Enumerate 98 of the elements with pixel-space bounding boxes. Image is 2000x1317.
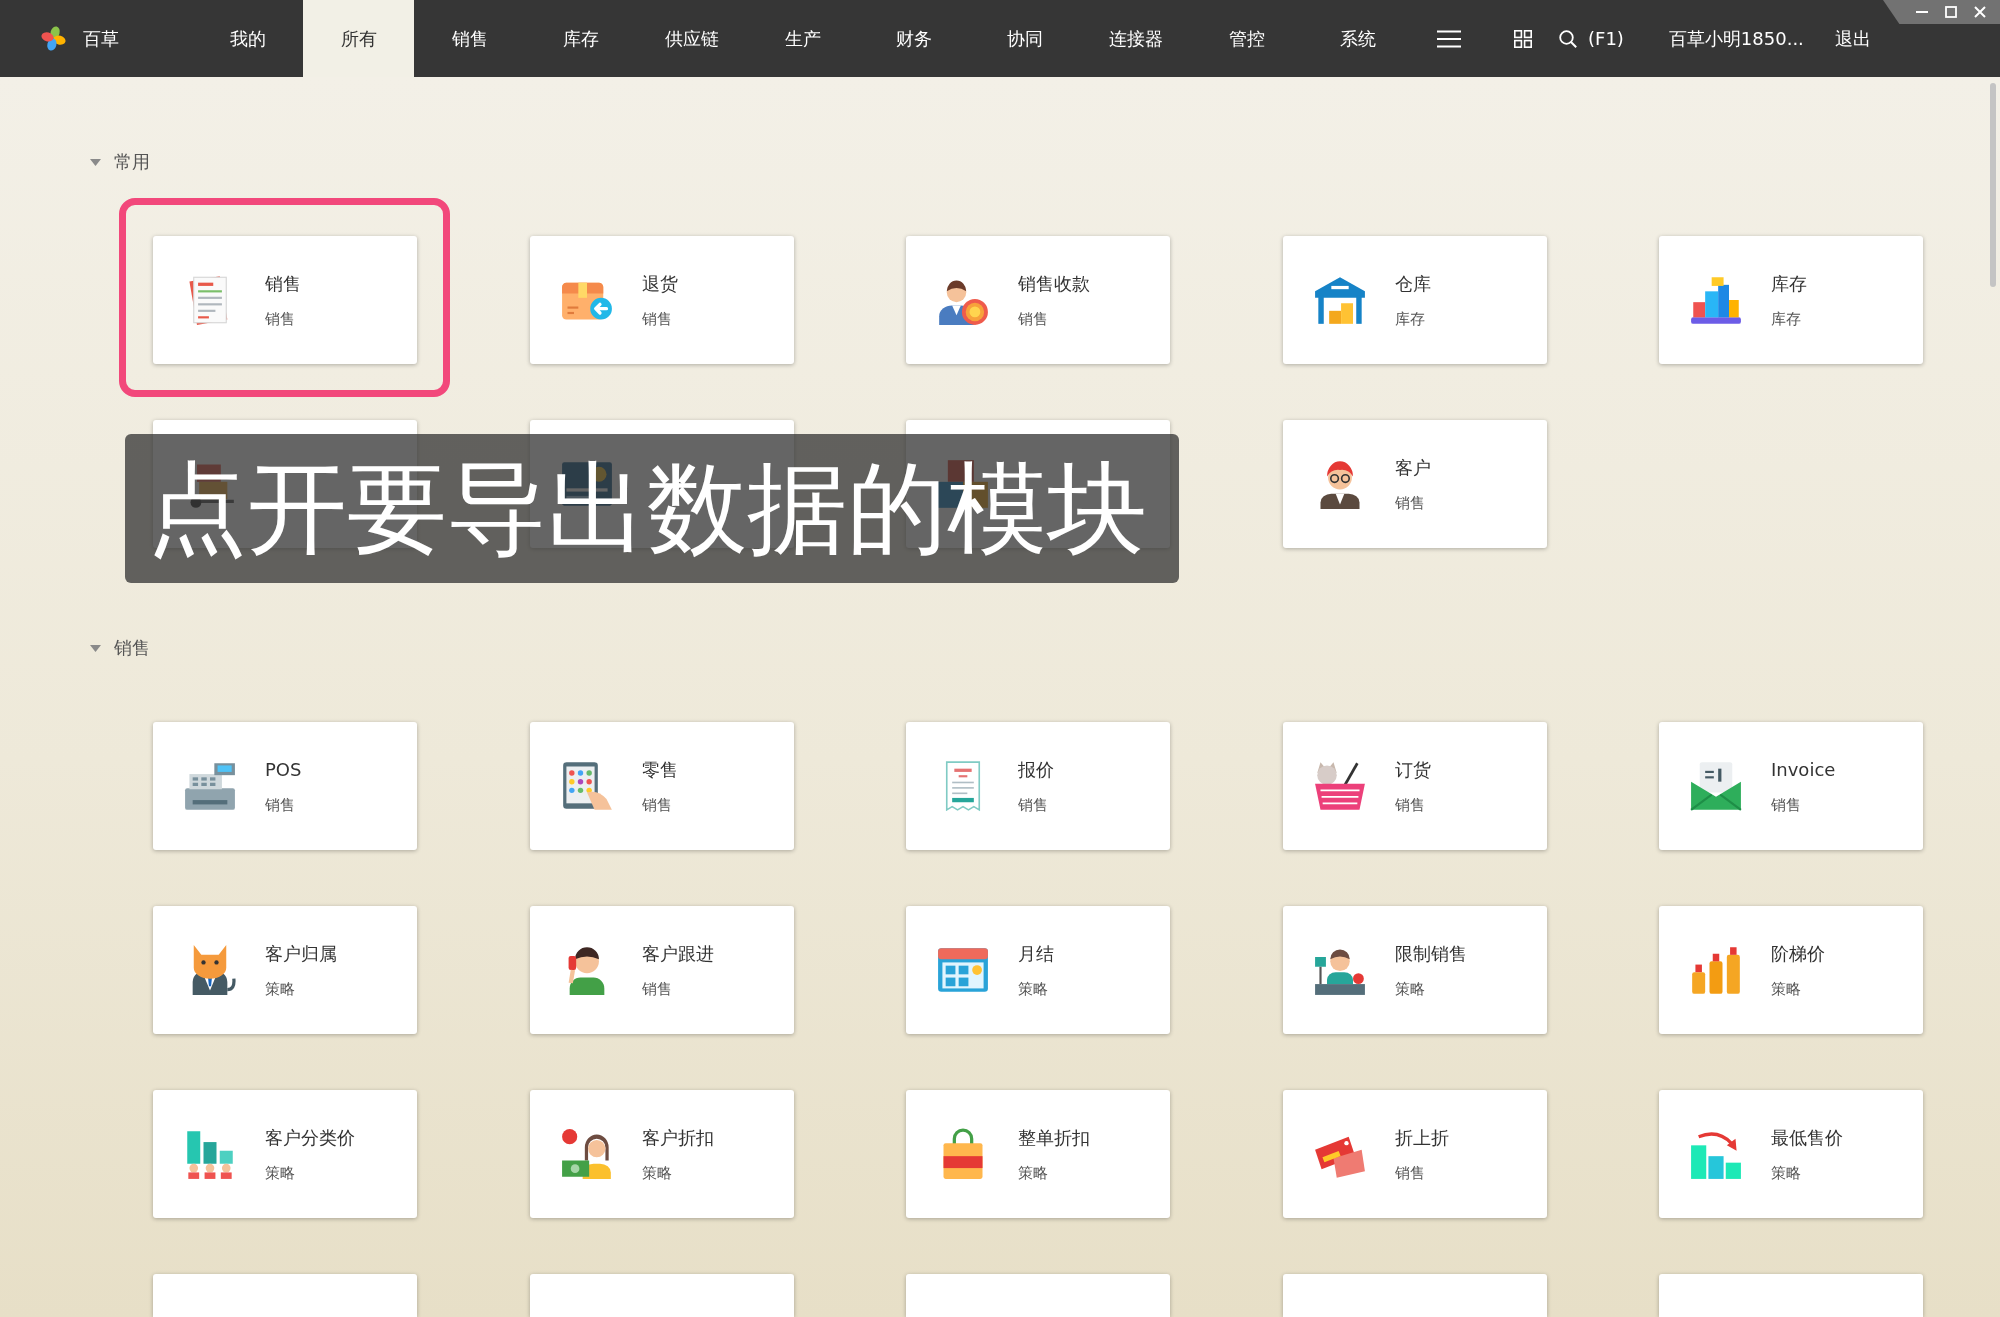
module-category: 库存 (1771, 309, 1802, 329)
module-card[interactable]: 库存 库存 (1659, 236, 1923, 364)
module-card[interactable]: 订货 销售 (1282, 722, 1547, 850)
module-category: 策略 (641, 1163, 673, 1183)
cash-register-icon (184, 760, 236, 812)
module-title: 销售 (265, 271, 301, 296)
module-title: 客户跟进 (641, 941, 714, 966)
module-category: 策略 (1018, 1163, 1049, 1183)
module-card[interactable]: 折上折 销售 (1282, 1090, 1547, 1218)
menu-icon[interactable] (1437, 29, 1461, 48)
grid-icon[interactable] (1514, 29, 1532, 48)
nav-tab[interactable]: 管控 (1191, 0, 1302, 77)
module-category: 策略 (1018, 979, 1049, 999)
module-title: 最低售价 (1771, 1125, 1843, 1150)
module-card[interactable]: 退货 销售 (529, 236, 794, 364)
nav-tab[interactable]: 协同 (969, 0, 1080, 77)
module-category: 策略 (1771, 1163, 1802, 1183)
module-card[interactable]: 最低售价 策略 (1659, 1090, 1923, 1218)
module-category: 销售 (1394, 795, 1426, 815)
module-category: 销售 (265, 795, 296, 815)
nav-tab[interactable]: 销售 (414, 0, 525, 77)
module-title: 客户分类价 (265, 1125, 355, 1150)
section-title: 销售 (114, 636, 150, 660)
app-name: 百草 (83, 26, 119, 51)
module-card[interactable]: 零售 销售 (529, 722, 794, 850)
module-title: 客户归属 (265, 941, 337, 966)
envelope-icon (1690, 760, 1742, 812)
module-card[interactable]: 客户跟进 销售 (529, 906, 794, 1034)
search-icon (1559, 29, 1577, 48)
nav-tab[interactable]: 供应链 (636, 0, 747, 77)
person-money-icon (560, 1128, 613, 1180)
module-category: 库存 (1394, 309, 1426, 329)
module-title: 月结 (1018, 941, 1054, 966)
module-title: 阶梯价 (1771, 941, 1825, 966)
search-button[interactable]: (F1) (1559, 28, 1624, 49)
nav-tab[interactable]: 生产 (747, 0, 858, 77)
module-category: 销售 (641, 979, 673, 999)
caption-tooltip: 点开要导出数据的模块 (125, 434, 1179, 583)
module-card[interactable]: 销售 销售 (153, 236, 417, 364)
module-card[interactable]: 客户归属 策略 (153, 906, 417, 1034)
module-category: 销售 (641, 309, 673, 329)
nav-tab[interactable]: 系统 (1302, 0, 1413, 77)
module-title: Invoice (1771, 757, 1836, 782)
module-card[interactable]: 仓库 库存 (1282, 236, 1547, 364)
module-title: 限制销售 (1394, 941, 1467, 966)
module-card[interactable]: 客户折扣 策略 (529, 1090, 794, 1218)
module-card[interactable]: 客户分类价 策略 (153, 1090, 417, 1218)
module-title: 退货 (641, 271, 678, 296)
nav-tab[interactable]: 我的 (192, 0, 303, 77)
logout-button[interactable]: 退出 (1834, 26, 1871, 51)
module-category: 销售 (641, 795, 673, 815)
close-icon[interactable] (1974, 6, 1986, 18)
module-title: 仓库 (1394, 271, 1431, 296)
pinwheel-logo-icon (40, 25, 67, 52)
module-title: 报价 (1018, 757, 1054, 782)
module-card[interactable]: 月结 策略 (906, 906, 1170, 1034)
module-card[interactable]: 阶梯价 策略 (1659, 906, 1923, 1034)
module-title: 库存 (1771, 271, 1807, 296)
module-card[interactable]: 整单折扣 策略 (906, 1090, 1170, 1218)
nav-tab[interactable]: 所有 (303, 0, 414, 77)
module-category: 销售 (1394, 493, 1426, 513)
bottles-icon (1690, 944, 1742, 996)
maximize-icon[interactable] (1945, 6, 1957, 18)
module-card[interactable]: POS 销售 (153, 722, 417, 850)
scrollbar-thumb[interactable] (1990, 83, 1996, 287)
module-title: 折上折 (1394, 1125, 1449, 1150)
module-title: POS (265, 757, 302, 782)
module-card[interactable]: 限制销售 策略 (1282, 906, 1547, 1034)
module-category: 销售 (1018, 795, 1049, 815)
module-card[interactable]: 客户 销售 (1282, 420, 1547, 548)
module-card[interactable]: 销售收款 销售 (906, 236, 1170, 364)
caret-icon[interactable] (90, 158, 101, 166)
boxes-icon (1690, 274, 1742, 326)
module-category: 销售 (1771, 795, 1802, 815)
module-card[interactable]: Invoice 销售 (1659, 722, 1923, 850)
caret-icon[interactable] (90, 644, 101, 652)
nav-tab[interactable]: 财务 (858, 0, 969, 77)
module-title: 整单折扣 (1018, 1125, 1090, 1150)
module-category: 策略 (1394, 979, 1426, 999)
module-title: 零售 (641, 757, 678, 782)
nav-tab[interactable]: 连接器 (1080, 0, 1191, 77)
basket-icon (1313, 760, 1366, 812)
module-category: 销售 (1018, 309, 1049, 329)
module-title: 订货 (1394, 757, 1431, 782)
module-category: 策略 (265, 979, 296, 999)
tablet-icon (560, 760, 613, 812)
module-card[interactable]: 报价 销售 (906, 722, 1170, 850)
user-menu-button[interactable]: 百草小明1850... (1668, 26, 1804, 51)
module-title: 销售收款 (1018, 271, 1090, 296)
nav-tab[interactable]: 库存 (525, 0, 636, 77)
module-category: 策略 (1771, 979, 1802, 999)
module-category: 销售 (1394, 1163, 1426, 1183)
section-title: 常用 (114, 150, 150, 174)
bar-chart-people-icon (184, 1128, 236, 1180)
module-category: 策略 (265, 1163, 296, 1183)
module-category: 销售 (265, 309, 296, 329)
module-title: 客户 (1394, 455, 1431, 480)
module-title: 客户折扣 (641, 1125, 714, 1150)
